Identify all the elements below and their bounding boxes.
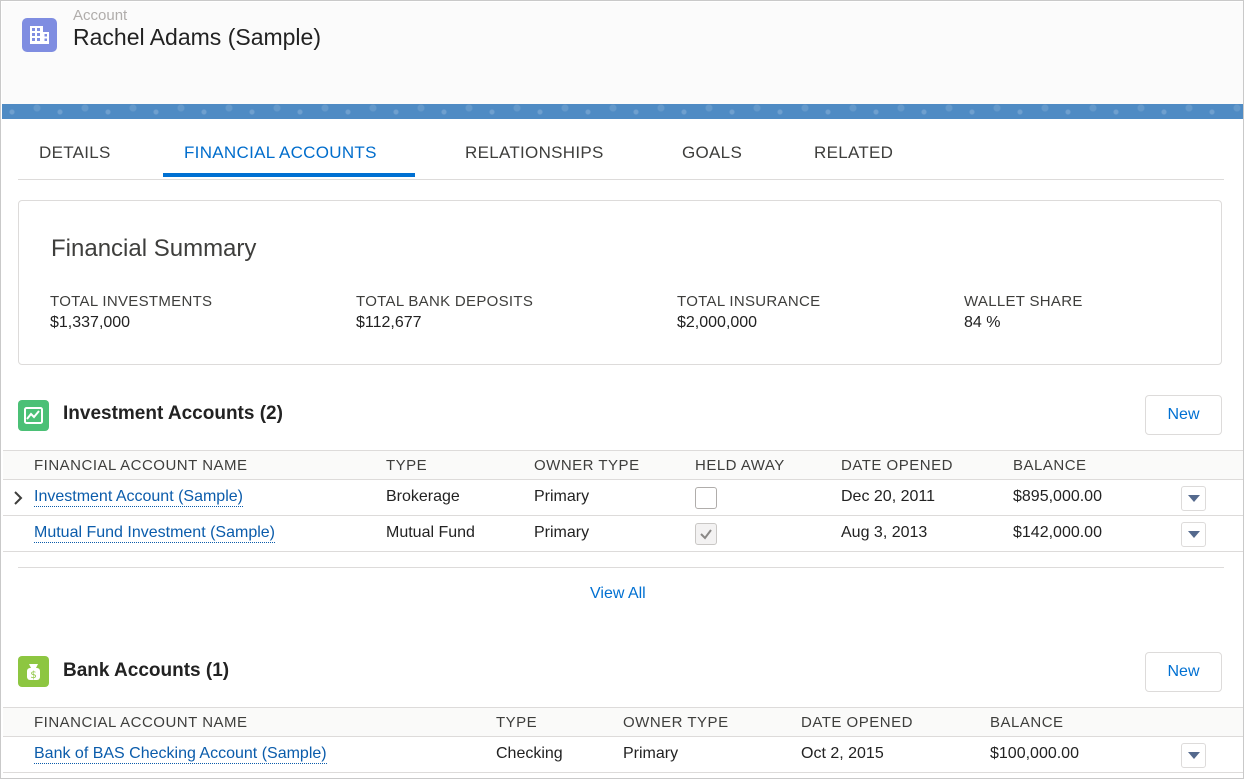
column-header[interactable]: DATE OPENED [801,714,913,731]
metric-total-bank-deposits: TOTAL BANK DEPOSITS $112,677 [356,293,533,332]
svg-text:$: $ [30,670,36,681]
table-row: Mutual Fund Investment (Sample) Mutual F… [3,516,1243,552]
table-row: Investment Account (Sample) Brokerage Pr… [3,480,1243,516]
bank-accounts-title[interactable]: Bank Accounts (1) [63,660,229,682]
account-building-icon [22,18,57,52]
owner-type: Primary [534,524,590,541]
column-header[interactable]: DATE OPENED [841,457,953,474]
metric-label: TOTAL INVESTMENTS [50,293,213,310]
view-all-link[interactable]: View All [590,585,646,603]
balance: $142,000.00 [1013,524,1102,541]
held-away-checkbox[interactable] [695,487,717,509]
account-type: Brokerage [386,488,460,505]
date-opened: Dec 20, 2011 [841,488,935,505]
investment-chart-icon [18,400,49,431]
row-actions-button[interactable] [1181,486,1206,511]
main-card: DETAILS FINANCIAL ACCOUNTS RELATIONSHIPS… [2,119,1243,778]
divider [18,567,1224,568]
balance: $895,000.00 [1013,488,1102,505]
financial-summary-panel: Financial Summary TOTAL INVESTMENTS $1,3… [18,200,1222,365]
header-banner [2,104,1243,119]
chevron-down-icon [1188,752,1200,759]
record-title: Rachel Adams (Sample) [73,24,321,50]
chevron-down-icon [1188,495,1200,502]
owner-type: Primary [534,488,590,505]
account-type: Checking [496,745,563,762]
tab-details[interactable]: DETAILS [39,143,111,163]
tab-financial-accounts[interactable]: FINANCIAL ACCOUNTS [184,143,377,163]
metric-wallet-share: WALLET SHARE 84 % [964,293,1083,332]
investment-accounts-title[interactable]: Investment Accounts (2) [63,403,283,425]
row-actions-button[interactable] [1181,743,1206,768]
tab-bar: DETAILS FINANCIAL ACCOUNTS RELATIONSHIPS… [18,119,1224,180]
date-opened: Aug 3, 2013 [841,524,928,541]
financial-account-link[interactable]: Bank of BAS Checking Account (Sample) [34,745,327,764]
object-label: Account [73,7,128,24]
metric-label: TOTAL BANK DEPOSITS [356,293,534,310]
bank-table-header: FINANCIAL ACCOUNT NAME TYPE OWNER TYPE D… [3,707,1243,737]
metric-total-investments: TOTAL INVESTMENTS $1,337,000 [50,293,212,332]
date-opened: Oct 2, 2015 [801,745,884,762]
investment-table-header: FINANCIAL ACCOUNT NAME TYPE OWNER TYPE H… [3,450,1243,480]
active-tab-indicator [163,173,415,177]
chevron-right-icon[interactable] [13,490,23,506]
tab-goals[interactable]: GOALS [682,143,742,163]
metric-value: 84 % [964,314,1001,331]
column-header[interactable]: TYPE [496,714,537,731]
checkmark-icon [700,529,712,540]
new-investment-button[interactable]: New [1145,395,1222,435]
metric-label: TOTAL INSURANCE [677,293,821,310]
column-header[interactable]: FINANCIAL ACCOUNT NAME [34,714,248,731]
column-header[interactable]: TYPE [386,457,427,474]
app-frame: Account Rachel Adams (Sample) DETAILS FI… [0,0,1244,779]
summary-title: Financial Summary [51,235,257,262]
table-row: Bank of BAS Checking Account (Sample) Ch… [3,737,1243,773]
column-header[interactable]: HELD AWAY [695,457,785,474]
new-bank-account-button[interactable]: New [1145,652,1222,692]
metric-label: WALLET SHARE [964,293,1083,310]
row-actions-button[interactable] [1181,522,1206,547]
financial-account-link[interactable]: Investment Account (Sample) [34,488,243,507]
record-header: Account Rachel Adams (Sample) [2,2,1243,104]
money-bag-icon: $ [18,656,49,687]
column-header[interactable]: BALANCE [990,714,1064,731]
tab-related[interactable]: RELATED [814,143,893,163]
column-header[interactable]: OWNER TYPE [534,457,640,474]
metric-value: $112,677 [356,314,422,331]
metric-value: $2,000,000 [677,314,758,331]
column-header[interactable]: FINANCIAL ACCOUNT NAME [34,457,248,474]
column-header[interactable]: BALANCE [1013,457,1087,474]
metric-value: $1,337,000 [50,314,131,331]
financial-account-link[interactable]: Mutual Fund Investment (Sample) [34,524,275,543]
balance: $100,000.00 [990,745,1079,762]
held-away-checkbox[interactable] [695,523,717,545]
chevron-down-icon [1188,531,1200,538]
owner-type: Primary [623,745,679,762]
column-header[interactable]: OWNER TYPE [623,714,729,731]
metric-total-insurance: TOTAL INSURANCE $2,000,000 [677,293,820,332]
account-type: Mutual Fund [386,524,475,541]
tab-relationships[interactable]: RELATIONSHIPS [465,143,604,163]
